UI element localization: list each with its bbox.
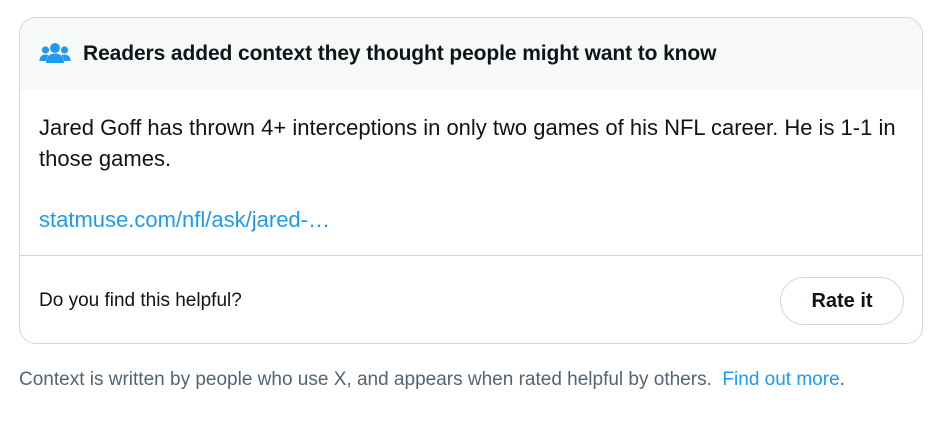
- find-out-more-link[interactable]: Find out more: [722, 369, 839, 390]
- divider: [20, 255, 922, 256]
- note-header: Readers added context they thought peopl…: [20, 18, 922, 90]
- community-note-card: Readers added context they thought peopl…: [19, 17, 923, 344]
- context-footer: Context is written by people who use X, …: [19, 366, 919, 393]
- helpful-question: Do you find this helpful?: [39, 290, 242, 311]
- people-icon: [39, 41, 71, 67]
- footer-text: Context is written by people who use X, …: [19, 369, 723, 390]
- note-header-title: Readers added context they thought peopl…: [83, 42, 717, 65]
- rate-it-button[interactable]: Rate it: [780, 277, 904, 325]
- note-source-link[interactable]: statmuse.com/nfl/ask/jared-…: [39, 206, 330, 234]
- note-body-text: Jared Goff has thrown 4+ interceptions i…: [39, 115, 896, 171]
- footer-trailing: .: [839, 369, 845, 390]
